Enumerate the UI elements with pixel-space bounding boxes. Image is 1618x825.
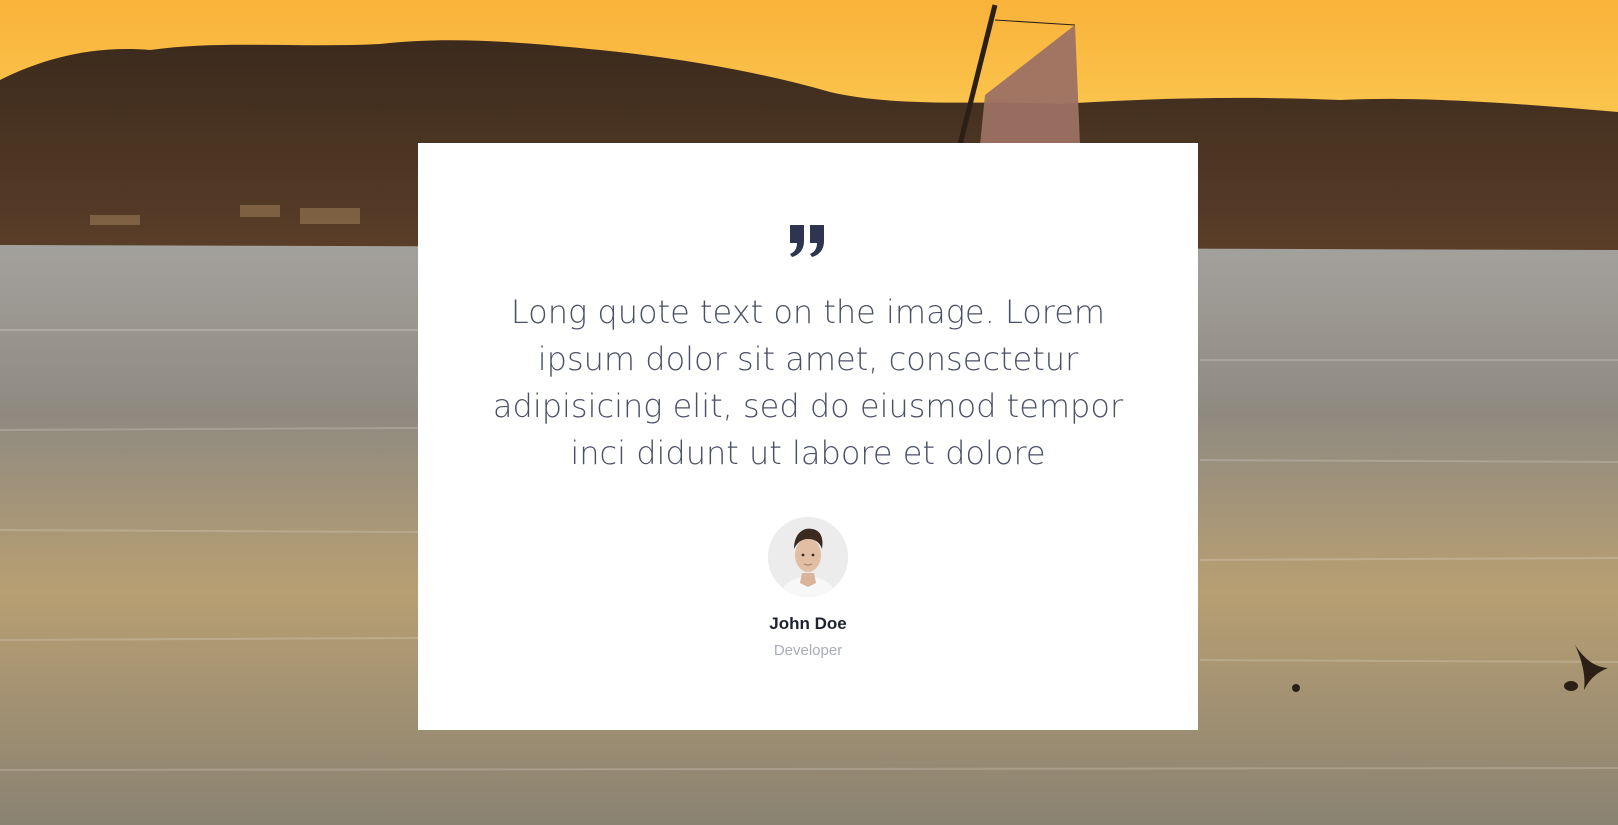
testimonial-card: Long quote text on the image. Lorem ipsu…	[418, 143, 1198, 730]
author-role: Developer	[773, 642, 843, 659]
quote-icon	[788, 223, 828, 259]
quote-text: Long quote text on the image. Lorem ipsu…	[492, 293, 1124, 472]
avatar	[768, 517, 848, 597]
author-name: John Doe	[769, 614, 847, 633]
